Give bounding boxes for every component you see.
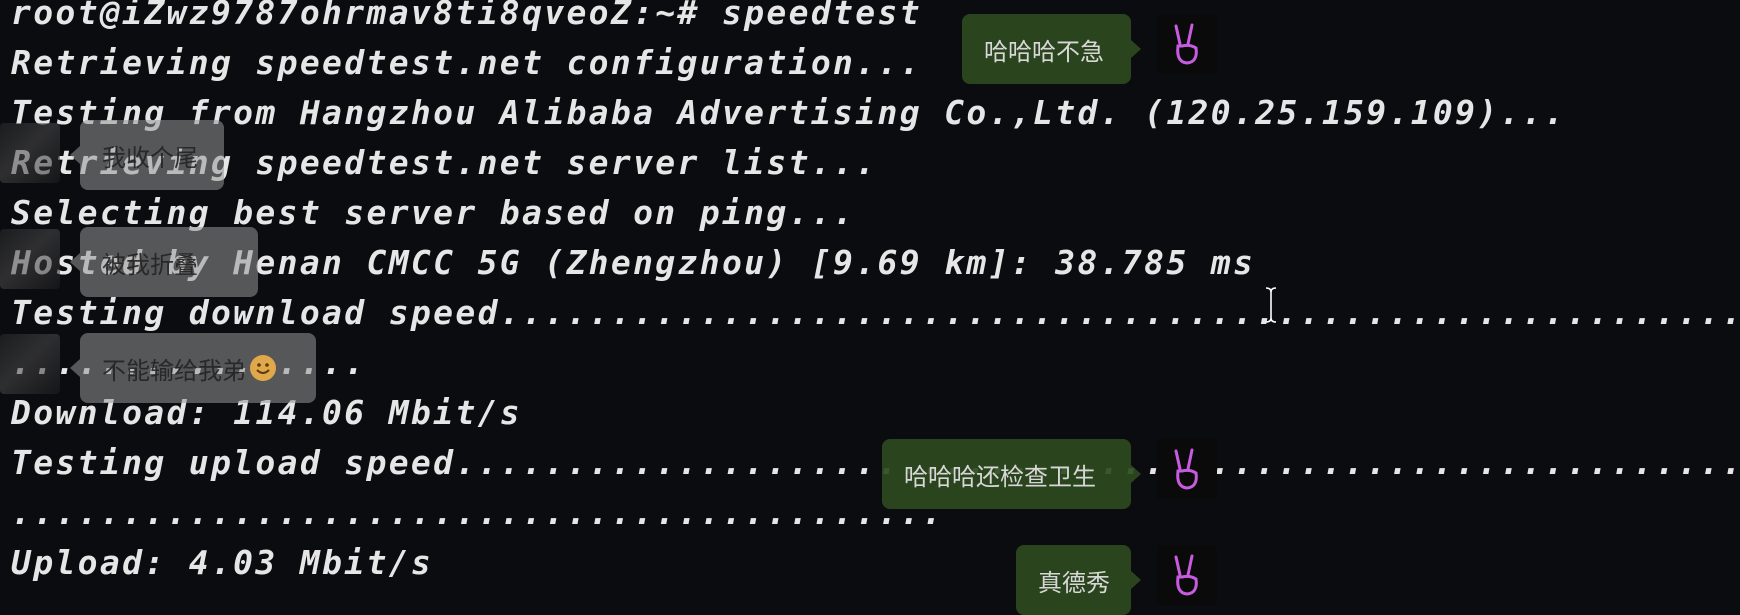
victory-hand-icon [1174, 554, 1198, 596]
avatar[interactable] [1157, 545, 1217, 605]
danmaku-bubble: 被我折叠 [70, 227, 258, 297]
danmaku-text: 哈哈哈不急 [984, 37, 1104, 66]
avatar[interactable] [0, 229, 60, 289]
danmaku-bubble: 真德秀 [1016, 545, 1141, 615]
danmaku-bubble: 不能输给我弟 [70, 333, 316, 403]
victory-hand-icon [1174, 448, 1198, 490]
terminal-line: Testing download speed..................… [11, 293, 1740, 332]
danmaku-text: 真德秀 [1038, 568, 1110, 597]
avatar[interactable] [0, 334, 60, 394]
terminal-line-upload-result: Upload: 4.03 Mbit/s [11, 543, 434, 582]
avatar[interactable] [1157, 14, 1217, 74]
danmaku-bubble: 我收个尾 [70, 120, 224, 190]
danmaku-text: 哈哈哈还检查卫生 [904, 462, 1096, 491]
danmaku-bubble: 哈哈哈还检查卫生 [882, 439, 1141, 509]
text-cursor-icon [1265, 287, 1277, 323]
danmaku-bubble: 哈哈哈不急 [962, 14, 1141, 84]
avatar[interactable] [1157, 439, 1217, 499]
victory-hand-icon [1174, 23, 1198, 65]
terminal-window[interactable]: root@iZwz9787ohrmav8ti8qveoZ:~# speedtes… [0, 0, 1740, 588]
danmaku-text: 我收个尾 [102, 143, 198, 172]
terminal-line: Retrieving speedtest.net configuration..… [11, 43, 922, 82]
danmaku-text: 不能输给我弟 [102, 356, 246, 385]
terminal-line: Testing upload speed....................… [11, 443, 1740, 482]
terminal-line: Testing from Hangzhou Alibaba Advertisin… [11, 93, 1567, 132]
avatar[interactable] [0, 123, 60, 183]
terminal-line: ........................................… [11, 493, 945, 532]
smiling-face-icon [250, 355, 276, 381]
terminal-line-prompt: root@iZwz9787ohrmav8ti8qveoZ:~# speedtes… [11, 0, 922, 32]
danmaku-text: 被我折叠 [102, 250, 198, 279]
